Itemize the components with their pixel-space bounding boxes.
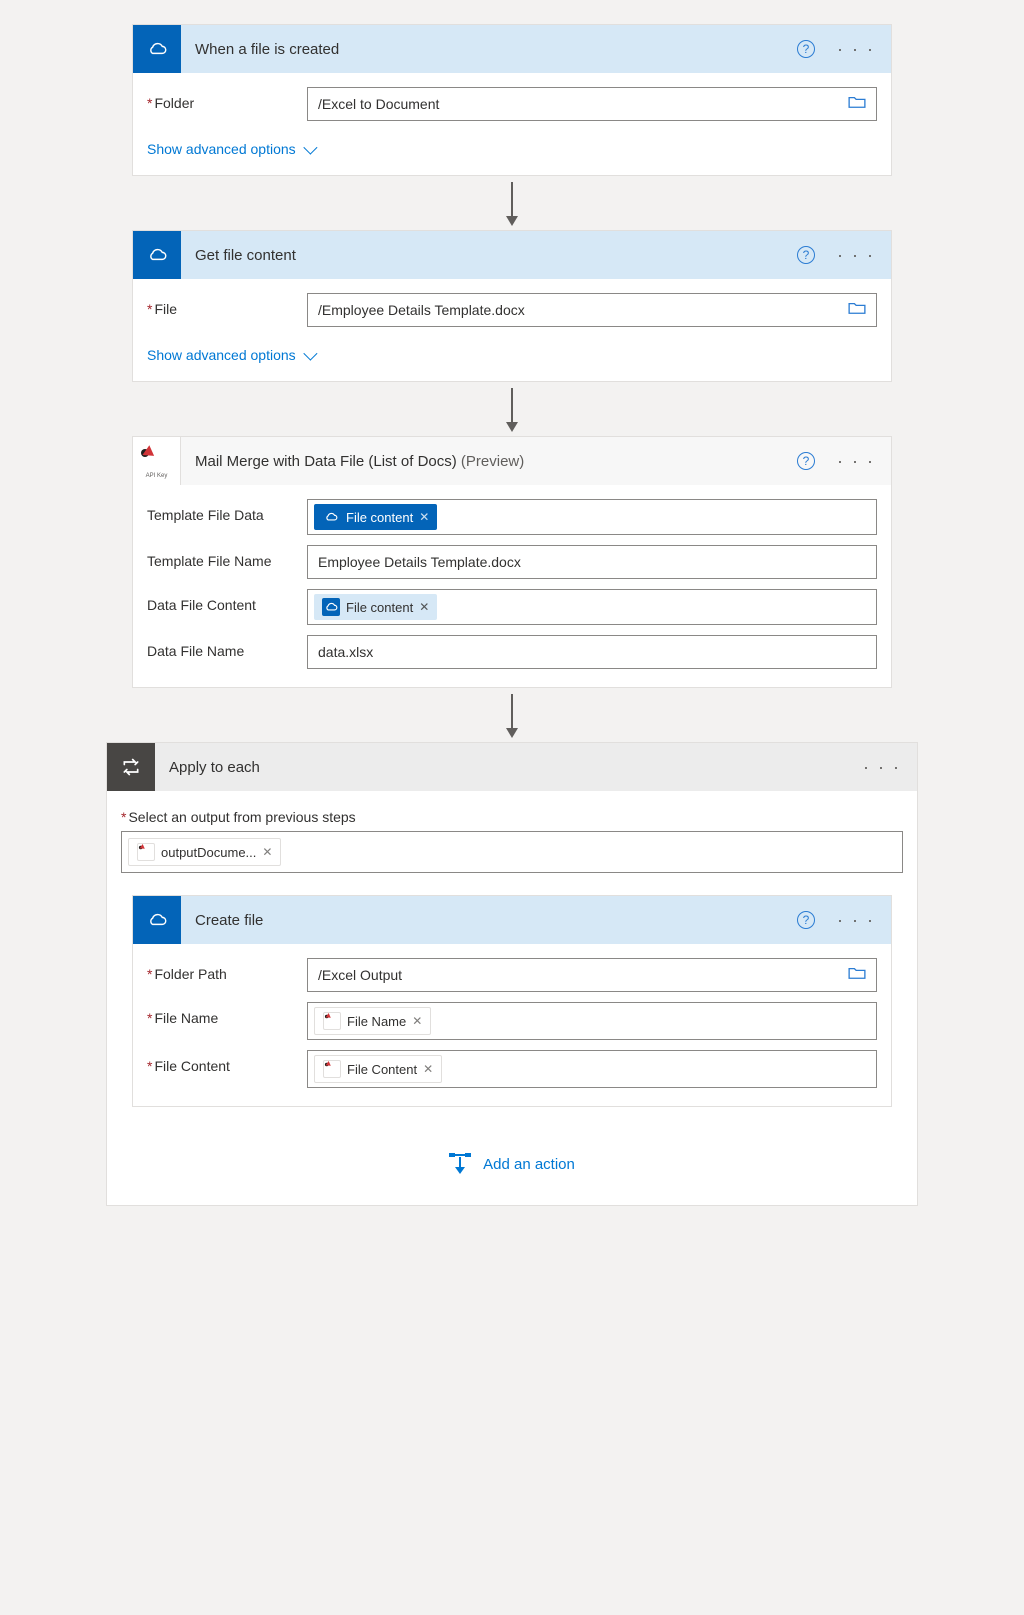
input-data-file-content[interactable]: File content ✕ xyxy=(307,589,877,625)
onedrive-icon xyxy=(322,508,340,526)
card-header[interactable]: Get file content ? · · · xyxy=(133,231,891,279)
label-folder: *Folder xyxy=(147,87,307,111)
help-icon[interactable]: ? xyxy=(797,246,815,264)
card-header[interactable]: When a file is created ? · · · xyxy=(133,25,891,73)
card-header[interactable]: API Key Mail Merge with Data File (List … xyxy=(133,437,891,485)
chevron-down-icon xyxy=(303,141,317,155)
label-template-file-name: Template File Name xyxy=(147,545,307,569)
flow-arrow-icon xyxy=(511,182,513,224)
remove-token-icon[interactable]: ✕ xyxy=(412,1014,422,1028)
step-create-file[interactable]: Create file ? · · · *Folder Path /Excel … xyxy=(132,895,892,1107)
help-icon[interactable]: ? xyxy=(797,40,815,58)
card-title: Create file xyxy=(181,912,797,929)
card-title: Mail Merge with Data File (List of Docs)… xyxy=(181,453,797,470)
remove-token-icon[interactable]: ✕ xyxy=(423,1062,433,1076)
input-folder[interactable]: /Excel to Document xyxy=(307,87,877,121)
more-icon[interactable]: · · · xyxy=(859,753,905,782)
label-data-file-name: Data File Name xyxy=(147,635,307,659)
help-icon[interactable]: ? xyxy=(797,452,815,470)
label-file-content: *File Content xyxy=(147,1050,307,1074)
loop-icon xyxy=(107,743,155,791)
step-mail-merge[interactable]: API Key Mail Merge with Data File (List … xyxy=(132,436,892,688)
label-file: *File xyxy=(147,293,307,317)
flow-arrow-icon xyxy=(511,388,513,430)
input-file-content[interactable]: File Content ✕ xyxy=(307,1050,877,1088)
onedrive-icon xyxy=(133,25,181,73)
onedrive-icon xyxy=(133,896,181,944)
card-header[interactable]: Create file ? · · · xyxy=(133,896,891,944)
flow-arrow-icon xyxy=(511,694,513,736)
apikey-icon xyxy=(323,1060,341,1078)
apikey-icon: API Key xyxy=(133,437,181,485)
input-select-output[interactable]: outputDocume... ✕ xyxy=(121,831,903,873)
more-icon[interactable]: · · · xyxy=(833,241,879,270)
label-folder-path: *Folder Path xyxy=(147,958,307,982)
apikey-icon xyxy=(137,843,155,861)
token-file-content[interactable]: File content ✕ xyxy=(314,504,437,530)
input-file[interactable]: /Employee Details Template.docx xyxy=(307,293,877,327)
input-template-file-name[interactable]: Employee Details Template.docx xyxy=(307,545,877,579)
show-advanced-link[interactable]: Show advanced options xyxy=(147,141,314,157)
card-title: Get file content xyxy=(181,247,797,264)
card-header[interactable]: Apply to each · · · xyxy=(107,743,917,791)
label-select-output: *Select an output from previous steps xyxy=(121,809,903,825)
insert-step-icon xyxy=(449,1153,471,1175)
more-icon[interactable]: · · · xyxy=(833,35,879,64)
onedrive-icon xyxy=(133,231,181,279)
card-title: When a file is created xyxy=(181,41,797,58)
remove-token-icon[interactable]: ✕ xyxy=(419,510,429,524)
token-output-documents[interactable]: outputDocume... ✕ xyxy=(128,838,281,866)
help-icon[interactable]: ? xyxy=(797,911,815,929)
label-file-name: *File Name xyxy=(147,1002,307,1026)
token-file-content[interactable]: File Content ✕ xyxy=(314,1055,442,1083)
folder-picker-icon[interactable] xyxy=(844,301,870,320)
token-file-content[interactable]: File content ✕ xyxy=(314,594,437,620)
more-icon[interactable]: · · · xyxy=(833,906,879,935)
add-action-button[interactable]: Add an action xyxy=(121,1153,903,1175)
input-file-name[interactable]: File Name ✕ xyxy=(307,1002,877,1040)
remove-token-icon[interactable]: ✕ xyxy=(419,600,429,614)
chevron-down-icon xyxy=(303,347,317,361)
step-get-file-content[interactable]: Get file content ? · · · *File /Employee… xyxy=(132,230,892,382)
more-icon[interactable]: · · · xyxy=(833,447,879,476)
onedrive-icon xyxy=(322,598,340,616)
input-template-file-data[interactable]: File content ✕ xyxy=(307,499,877,535)
step-when-file-created[interactable]: When a file is created ? · · · *Folder /… xyxy=(132,24,892,176)
preview-tag: (Preview) xyxy=(461,453,524,470)
card-title: Apply to each xyxy=(155,759,859,776)
apikey-icon xyxy=(323,1012,341,1030)
label-data-file-content: Data File Content xyxy=(147,589,307,613)
folder-picker-icon[interactable] xyxy=(844,966,870,985)
input-data-file-name[interactable]: data.xlsx xyxy=(307,635,877,669)
remove-token-icon[interactable]: ✕ xyxy=(262,845,272,859)
input-folder-path[interactable]: /Excel Output xyxy=(307,958,877,992)
token-file-name[interactable]: File Name ✕ xyxy=(314,1007,431,1035)
folder-picker-icon[interactable] xyxy=(844,95,870,114)
show-advanced-link[interactable]: Show advanced options xyxy=(147,347,314,363)
step-apply-to-each[interactable]: Apply to each · · · *Select an output fr… xyxy=(106,742,918,1206)
label-template-file-data: Template File Data xyxy=(147,499,307,523)
